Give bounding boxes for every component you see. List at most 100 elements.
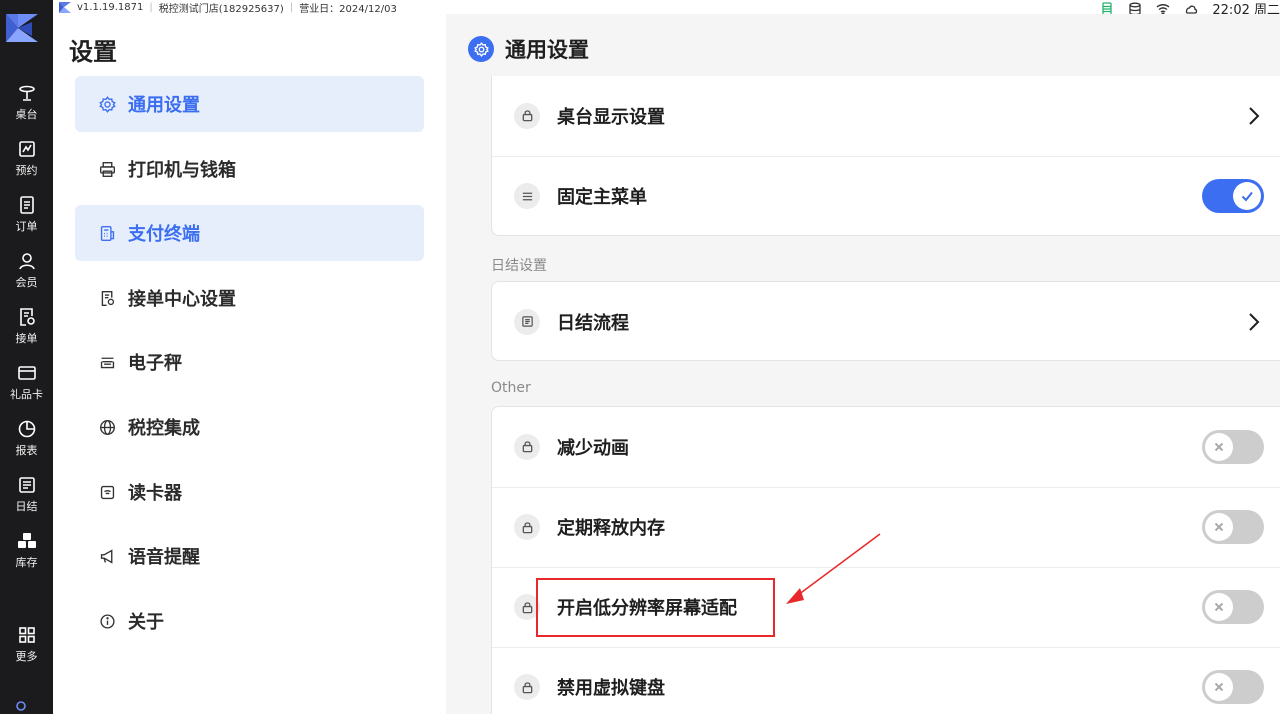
row-label: 日结流程 [557, 312, 629, 334]
user-partial-icon [16, 701, 26, 711]
rail-item-daily-close[interactable]: 日结 [0, 468, 53, 520]
setting-row-reduce-animation: 减少动画 [492, 407, 1280, 486]
row-label: 定期释放内存 [557, 518, 665, 539]
row-label: 减少动画 [557, 437, 629, 459]
menu-item-general[interactable]: 通用设置 [75, 76, 424, 132]
close-icon [1214, 522, 1224, 532]
menu-item-label: 税控集成 [128, 418, 200, 439]
annotation-arrow-icon [786, 533, 881, 604]
app-logo [6, 14, 38, 42]
order-icon [19, 195, 34, 214]
check-icon [1241, 191, 1253, 202]
menu-item-label: 接单中心设置 [128, 289, 236, 310]
row-icon-badge [514, 674, 540, 700]
toggle-knob [1205, 432, 1233, 461]
menu-item-tax-integration[interactable]: 税控集成 [75, 399, 424, 455]
menu-item-about[interactable]: 关于 [75, 593, 424, 649]
globe-icon [100, 419, 115, 435]
pin-main-menu-toggle[interactable] [1202, 179, 1264, 213]
rail-item-reservations[interactable]: 预约 [0, 132, 53, 184]
lock-icon [522, 521, 532, 533]
lock-icon [522, 110, 532, 122]
rail-item-inventory[interactable]: 库存 [0, 524, 53, 576]
daily-close-icon [18, 476, 35, 493]
table-icon [18, 85, 35, 101]
release-memory-toggle[interactable] [1202, 510, 1264, 544]
settings-card-daily-close: 日结流程 [491, 281, 1280, 361]
rail-label: 预约 [15, 163, 38, 177]
settings-menu: 设置 通用设置 打印机与钱箱 支付终端 接单中心设置 电子秤 税控集成 读卡器 … [53, 14, 446, 714]
info-icon [100, 613, 115, 629]
row-icon-badge [514, 102, 540, 129]
lock-icon [522, 681, 532, 693]
rail-item-orders[interactable]: 订单 [0, 188, 53, 240]
menu-item-label: 通用设置 [128, 95, 200, 116]
report-icon [18, 420, 35, 437]
lock-icon [522, 441, 532, 453]
row-icon-badge [514, 183, 540, 209]
rail-label: 库存 [15, 555, 38, 569]
menu-item-label: 关于 [128, 612, 164, 633]
annotation-highlight-box [536, 578, 775, 637]
rail-item-members[interactable]: 会员 [0, 244, 53, 296]
header-gear-badge [468, 36, 494, 62]
setting-row-pin-main-menu: 固定主菜单 [492, 156, 1280, 235]
megaphone-icon [100, 548, 113, 564]
row-label: 固定主菜单 [557, 187, 647, 208]
rail-item-reports[interactable]: 报表 [0, 412, 53, 464]
order-center-icon [101, 290, 115, 306]
rail-label: 报表 [15, 443, 38, 457]
row-label: 禁用虚拟键盘 [557, 678, 665, 699]
close-icon [1214, 682, 1224, 692]
disable-virtual-keyboard-toggle[interactable] [1202, 670, 1264, 704]
toggle-knob [1233, 182, 1261, 210]
toggle-knob [1205, 593, 1233, 621]
menu-item-voice-reminder[interactable]: 语音提醒 [75, 528, 424, 584]
rail-item-tables[interactable]: 桌台 [0, 76, 53, 128]
status-bar: v1.1.19.1871 | 税控测试门店(182925637) | 营业日：2… [53, 0, 1280, 18]
menu-item-scale[interactable]: 电子秤 [75, 334, 424, 390]
setting-row-daily-close-flow[interactable]: 日结流程 [492, 282, 1280, 361]
printer-icon [100, 161, 115, 177]
rail-item-take-order[interactable]: 接单 [0, 300, 53, 352]
rail-label: 桌台 [15, 107, 38, 121]
content-header: 通用设置 [446, 14, 1280, 76]
menu-item-label: 语音提醒 [128, 547, 200, 568]
menu-item-label: 支付终端 [128, 224, 200, 245]
gift-card-icon [17, 365, 36, 380]
close-icon [1214, 602, 1224, 612]
rail-label: 日结 [15, 499, 38, 513]
setting-row-table-display[interactable]: 桌台显示设置 [492, 76, 1280, 155]
low-resolution-toggle[interactable] [1202, 590, 1264, 624]
card-reader-icon [100, 485, 115, 499]
divider: | [289, 2, 294, 13]
page-title: 设置 [69, 38, 117, 66]
toggle-knob [1205, 673, 1233, 701]
section-header-daily-close: 日结设置 [491, 258, 547, 274]
reduce-animation-toggle[interactable] [1202, 429, 1264, 464]
row-icon-badge [514, 433, 540, 460]
app-mini-logo-icon [59, 2, 71, 13]
rail-item-more[interactable]: 更多 [0, 618, 53, 670]
version-text: v1.1.19.1871 [77, 2, 144, 13]
row-icon-badge [514, 514, 540, 540]
toggle-knob [1205, 513, 1233, 541]
menu-lines-icon [522, 192, 532, 200]
chevron-right-icon [1249, 312, 1260, 331]
setting-row-disable-virtual-keyboard: 禁用虚拟键盘 [492, 647, 1280, 714]
business-day: 营业日：2024/12/03 [299, 4, 397, 15]
rail-item-gift-card[interactable]: 礼品卡 [0, 356, 53, 408]
member-icon [18, 252, 35, 269]
content-title: 通用设置 [505, 38, 589, 62]
rail-label: 接单 [15, 331, 38, 345]
rail-label: 礼品卡 [10, 387, 43, 401]
gear-icon [473, 41, 489, 57]
settings-card-display: 桌台显示设置 固定主菜单 [491, 76, 1280, 236]
menu-item-payment-terminal[interactable]: 支付终端 [75, 205, 424, 261]
rail-label: 更多 [15, 649, 38, 663]
section-header-other: Other [491, 380, 531, 396]
menu-item-order-center[interactable]: 接单中心设置 [75, 270, 424, 326]
menu-item-card-reader[interactable]: 读卡器 [75, 464, 424, 520]
row-icon-badge [514, 308, 540, 335]
menu-item-printer[interactable]: 打印机与钱箱 [75, 141, 424, 197]
